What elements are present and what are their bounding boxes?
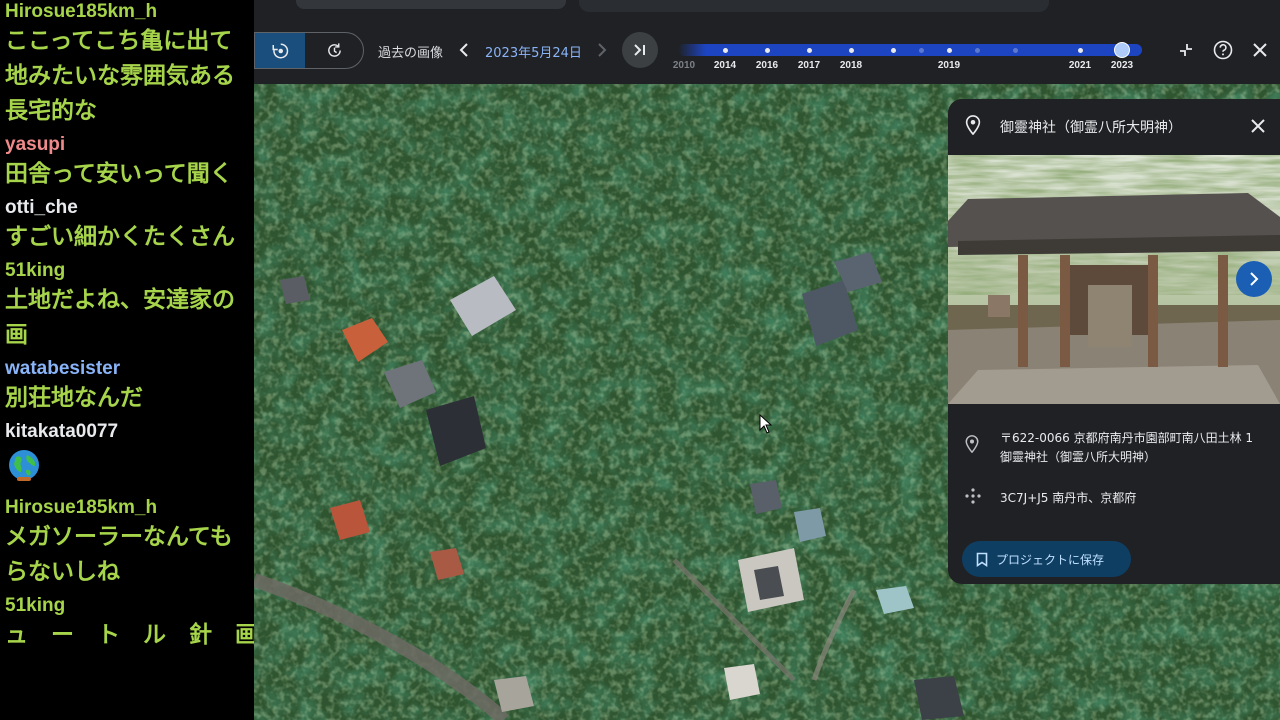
historical-imagery-toolbar: 過去の画像 2023年5月24日 2010 2014 2016 2017 2018 201… <box>254 0 1280 84</box>
chat-text: 地みたいな雰囲気ある <box>5 63 235 89</box>
chat-username: Hirosue185km_h <box>5 497 158 518</box>
collapse-icon[interactable] <box>1176 40 1196 60</box>
timeline-capture-dot[interactable] <box>1012 48 1018 53</box>
history-icon[interactable] <box>255 33 305 68</box>
place-header: 御靈神社（御霊八所大明神） <box>948 99 1280 155</box>
chat-message: 51king ュ ー ト ル 針 画 の 緑 け <box>5 594 254 653</box>
place-address: 〒622-0066 京都府南丹市園部町南八田土林 1 御靈神社（御霊八所大明神） <box>1000 431 1254 464</box>
timeline-year-label[interactable]: 2019 <box>938 60 960 71</box>
timeline-capture-dot[interactable] <box>764 48 770 53</box>
timeline-year-label[interactable]: 2023 <box>1111 60 1133 71</box>
tool-strip-edge <box>579 0 1049 12</box>
chat-text: すごい細かくたくさん <box>5 224 235 250</box>
plus-code-row: 3C7J+J5 南丹市、京都府 <box>948 485 1280 509</box>
timeline-capture-dot[interactable] <box>848 48 854 53</box>
timeline-selected-thumb[interactable] <box>1114 42 1130 58</box>
address-row: 〒622-0066 京都府南丹市園部町南八田土林 1 御靈神社（御霊八所大明神） <box>948 427 1280 471</box>
chat-message: Hirosue185km_h メガソーラーなんても らないしね <box>5 496 254 590</box>
chat-text: メガソーラーなんても <box>5 524 233 550</box>
chat-text: ュ ー ト ル 針 画 の 緑 け <box>5 622 254 648</box>
historical-imagery-label: 過去の画像 <box>378 46 444 61</box>
location-pin-icon <box>964 115 982 135</box>
shrine-photo-image <box>948 155 1280 404</box>
imagery-timeline-slider[interactable]: 2010 2014 2016 2017 2018 2019 2021 2023 <box>673 36 1148 76</box>
place-info-panel: 御靈神社（御霊八所大明神） 〒622-0066 京都府南丹市園部町南八田土林 1… <box>948 99 1280 584</box>
chat-message: Hirosue185km_h ここってこち亀に出て 地みたいな雰囲気ある 長宅的… <box>5 0 254 129</box>
timeline-year-label[interactable]: 2014 <box>714 60 736 71</box>
timeline-year-label[interactable]: 2016 <box>756 60 778 71</box>
chevron-right-icon[interactable] <box>1236 261 1272 297</box>
chat-text: 別荘地なんだ <box>5 385 143 411</box>
chat-text: らないしね <box>5 559 120 585</box>
plus-code: 3C7J+J5 南丹市、京都府 <box>1000 491 1137 505</box>
chevron-right-icon[interactable] <box>595 40 609 60</box>
close-icon[interactable] <box>1250 40 1270 60</box>
chat-username: otti_che <box>5 197 78 218</box>
chat-message: otti_che すごい細かくたくさん <box>5 196 254 255</box>
location-pin-icon <box>964 435 980 453</box>
chat-username: kitakata0077 <box>5 421 119 442</box>
save-to-project-button[interactable]: プロジェクトに保存 <box>962 541 1131 577</box>
current-imagery-date[interactable]: 2023年5月24日 <box>485 42 582 61</box>
bookmark-icon <box>976 552 988 567</box>
mouse-cursor-icon <box>759 414 773 434</box>
save-button-label: プロジェクトに保存 <box>996 552 1105 567</box>
chat-username: watabesister <box>5 358 121 379</box>
help-icon[interactable] <box>1212 39 1234 61</box>
skip-to-latest-icon[interactable] <box>622 32 658 68</box>
timeline-year-label[interactable]: 2017 <box>798 60 820 71</box>
timeline-track[interactable] <box>678 44 1142 56</box>
app-screen: Hirosue185km_h ここってこち亀に出て 地みたいな雰囲気ある 長宅的… <box>0 0 1280 720</box>
timeline-year-label[interactable]: 2018 <box>840 60 862 71</box>
search-bar-edge[interactable] <box>296 0 566 9</box>
imagery-mode-toggle <box>254 32 364 69</box>
timeline-capture-dot[interactable] <box>722 48 728 53</box>
chat-text: 画 <box>5 322 28 348</box>
live-chat-panel: Hirosue185km_h ここってこち亀に出て 地みたいな雰囲気ある 長宅的… <box>0 0 254 720</box>
chat-text: ここってこち亀に出て <box>5 28 233 54</box>
chat-text: 田舎って安いって聞く <box>5 161 233 187</box>
place-title: 御靈神社（御霊八所大明神） <box>1000 120 1182 136</box>
plus-code-icon <box>964 487 982 505</box>
chat-text: 土地だよね、安達家の <box>5 287 235 313</box>
timeline-capture-dot[interactable] <box>918 48 924 53</box>
chat-message: yasupi 田舎って安いって聞く <box>5 133 254 192</box>
chevron-left-icon[interactable] <box>457 40 471 60</box>
timeline-capture-dot[interactable] <box>806 48 812 53</box>
chat-username: 51king <box>5 260 66 281</box>
close-icon[interactable] <box>1248 116 1268 136</box>
chat-message: kitakata0077 <box>5 420 254 492</box>
timeline-year-label[interactable]: 2021 <box>1069 60 1091 71</box>
chat-text: 長宅的な <box>5 98 97 124</box>
timeline-capture-dot[interactable] <box>890 48 896 53</box>
globe-emoji-icon <box>9 450 39 481</box>
timeline-capture-dot[interactable] <box>946 48 952 53</box>
timeline-capture-dot[interactable] <box>974 48 980 53</box>
chat-message: watabesister 別荘地なんだ <box>5 357 254 416</box>
chat-username: Hirosue185km_h <box>5 1 158 22</box>
chat-message: 51king 土地だよね、安達家の 画 <box>5 259 254 353</box>
clock-icon[interactable] <box>305 33 363 68</box>
timeline-year-label[interactable]: 2010 <box>673 60 695 71</box>
place-photo[interactable] <box>948 155 1280 404</box>
chat-username: yasupi <box>5 134 66 155</box>
timeline-capture-dot[interactable] <box>1077 48 1083 53</box>
chat-username: 51king <box>5 595 66 616</box>
